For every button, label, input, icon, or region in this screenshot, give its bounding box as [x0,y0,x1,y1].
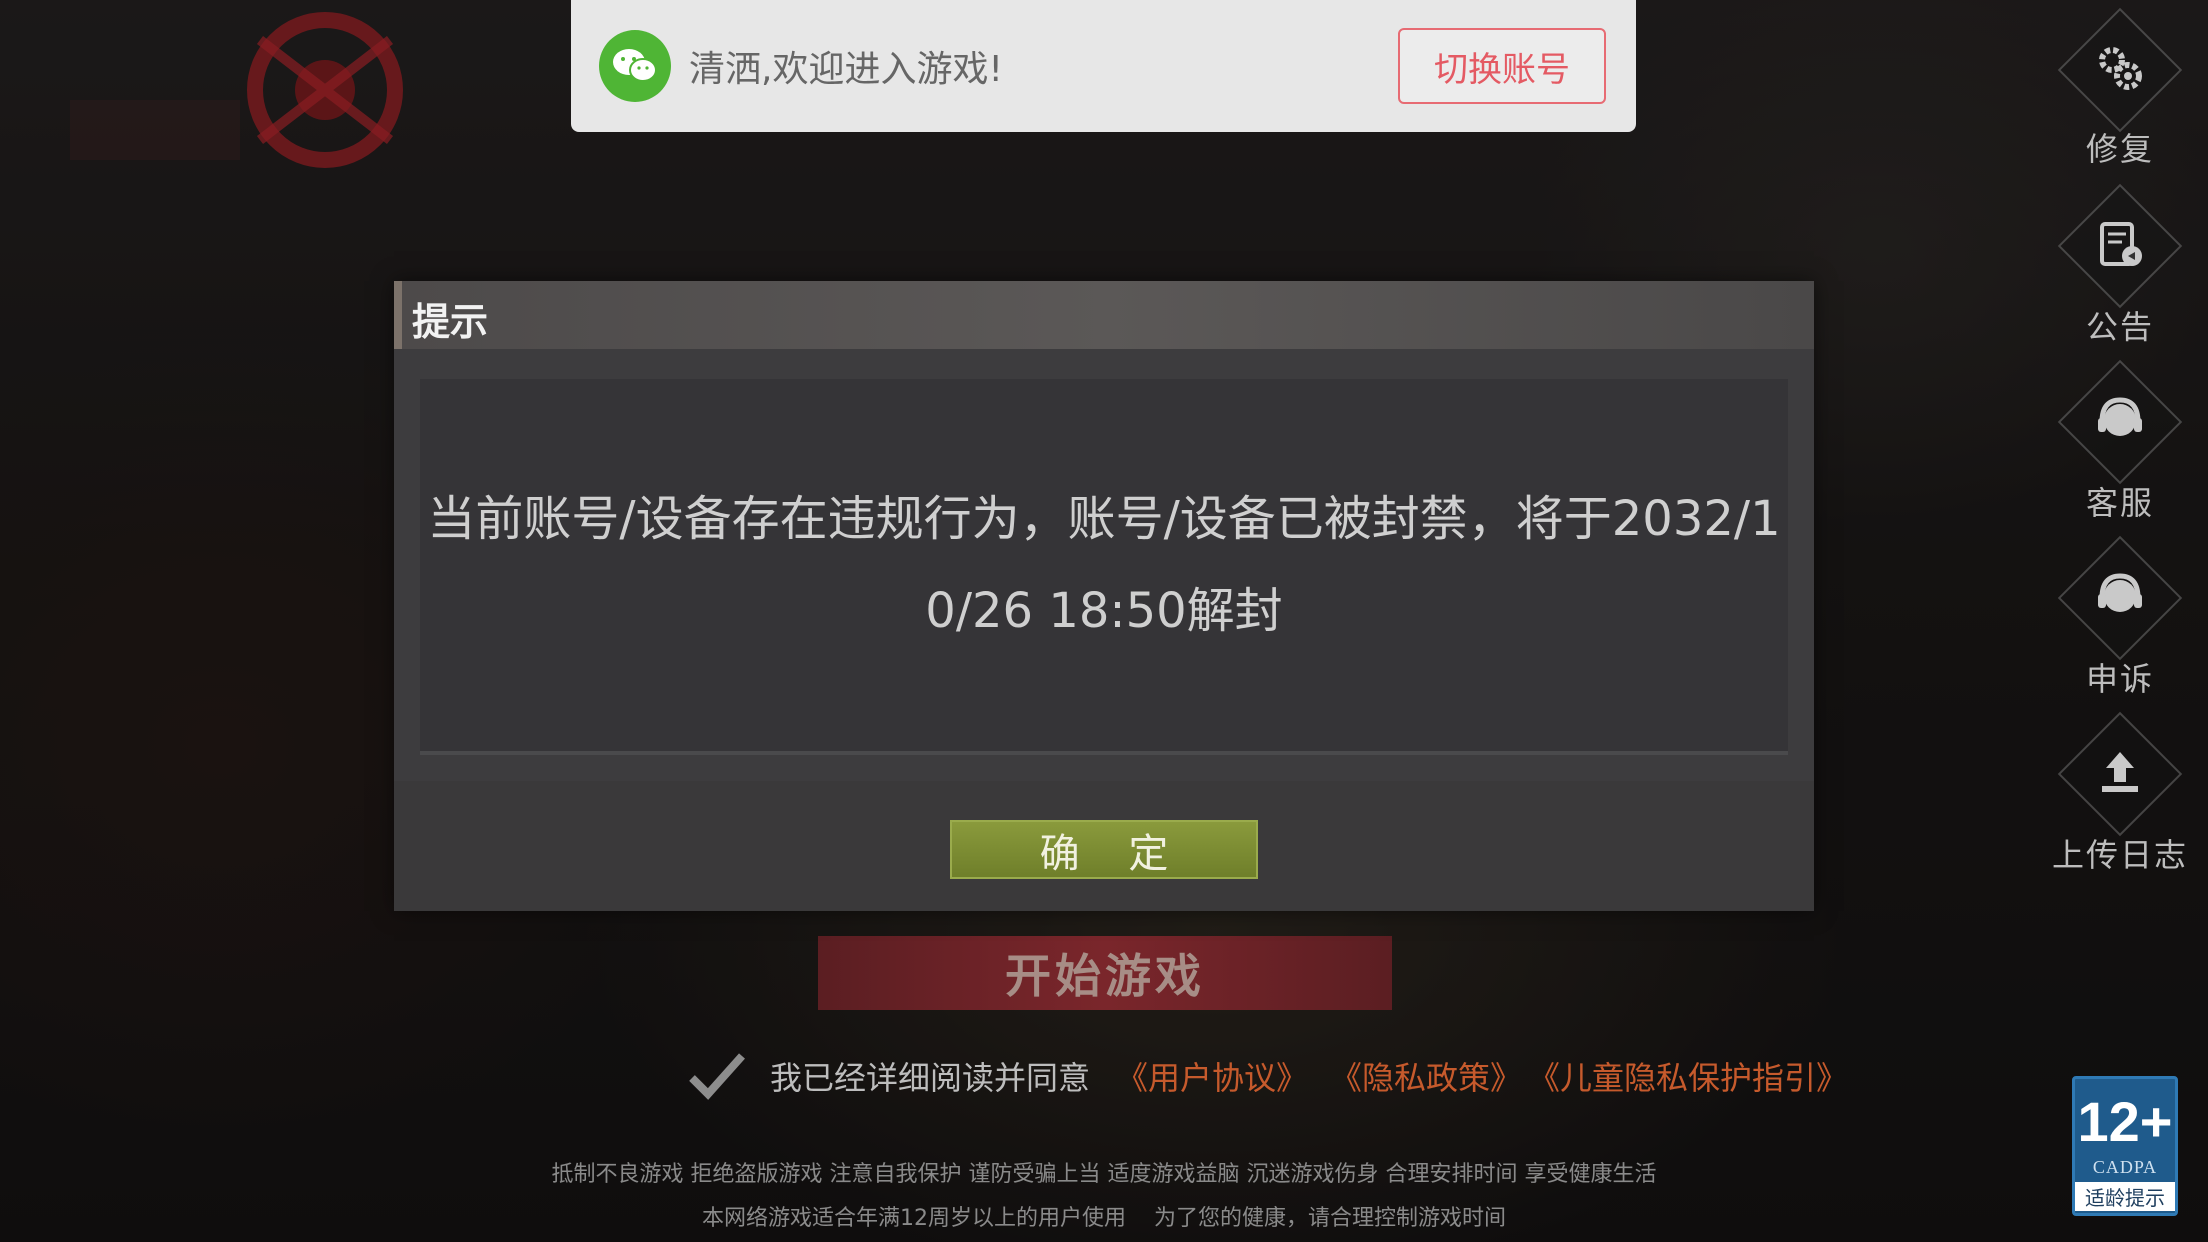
gears-icon [2099,47,2142,90]
checkbox-checked-icon[interactable] [686,1048,746,1104]
age-rating-label: 适龄提示 [2075,1182,2175,1211]
health-notice-line2: 本网络游戏适合年满12周岁以上的用户使用 为了您的健康，请合理控制游戏时间 [702,1206,1506,1231]
game-logo [70,12,403,168]
side-label-announcement: 公告 [2085,308,2154,346]
age-rating-number: 12+ [2077,1090,2173,1153]
agreement-text: 我已经详细阅读并同意 [770,1059,1091,1097]
side-label-customer-service: 客服 [2085,484,2154,522]
health-notice-line1: 抵制不良游戏 拒绝盗版游戏 注意自我保护 谨防受骗上当 适度游戏益脑 沉迷游戏伤… [551,1162,1657,1187]
child-privacy-link[interactable]: 《儿童隐私保护指引》 [1528,1053,1848,1099]
side-label-appeal: 申诉 [2085,660,2154,698]
start-game-button[interactable]: 开始游戏 [818,936,1392,1010]
appeal-icon [2098,573,2142,612]
upload-icon [2102,752,2138,792]
ban-notice-dialog: 提示 当前账号/设备存在违规行为，账号/设备已被封禁，将于2032/10/26 … [394,281,1814,911]
switch-account-button[interactable]: 切换账号 [1398,28,1606,104]
confirm-button[interactable]: 确 定 [950,820,1258,879]
dialog-title: 提示 [412,300,489,344]
age-rating-badge[interactable]: 12+ CADPA 适龄提示 [2072,1076,2178,1216]
dialog-body: 当前账号/设备存在违规行为，账号/设备已被封禁，将于2032/10/26 18:… [420,379,1788,755]
dialog-message: 当前账号/设备存在违规行为，账号/设备已被封禁，将于2032/10/26 18:… [427,491,1781,639]
dialog-header: 提示 [394,281,1814,349]
privacy-policy-link[interactable]: 《隐私政策》 [1330,1053,1522,1099]
age-rating-org: CADPA [2092,1157,2158,1177]
wechat-icon [599,30,671,102]
side-label-upload-log: 上传日志 [2051,836,2188,874]
user-agreement-link[interactable]: 《用户协议》 [1116,1053,1308,1099]
login-toast: 清洒,欢迎进入游戏! 切换账号 [571,0,1636,132]
customer-service-icon [2098,397,2142,436]
agreement-row: 我已经详细阅读并同意 《用户协议》 《隐私政策》 《儿童隐私保护指引》 [686,1048,1848,1104]
announcement-icon [2100,222,2142,266]
toast-message: 清洒,欢迎进入游戏! [689,49,1003,90]
side-label-repair: 修复 [2085,130,2154,168]
